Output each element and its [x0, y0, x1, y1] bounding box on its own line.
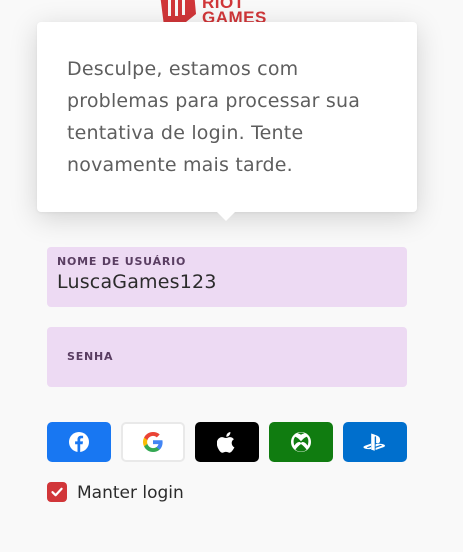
username-field[interactable]: NOME DE USUÁRIO LuscaGames123: [47, 247, 407, 307]
checkmark-icon: [51, 487, 63, 497]
facebook-login-button[interactable]: [47, 422, 111, 462]
error-message: Desculpe, estamos com problemas para pro…: [67, 58, 361, 176]
password-label: SENHA: [67, 350, 114, 363]
error-tooltip: Desculpe, estamos com problemas para pro…: [37, 22, 417, 221]
username-label: NOME DE USUÁRIO: [57, 255, 187, 268]
username-value[interactable]: LuscaGames123: [57, 271, 217, 293]
social-login-row: [47, 422, 407, 462]
playstation-login-button[interactable]: [343, 422, 407, 462]
apple-icon: [217, 432, 235, 453]
password-field[interactable]: SENHA: [47, 327, 407, 387]
remember-label[interactable]: Manter login: [77, 483, 184, 503]
playstation-icon: [363, 433, 385, 451]
remember-checkbox[interactable]: [47, 482, 67, 502]
google-icon: [143, 432, 163, 452]
google-login-button[interactable]: [121, 422, 185, 462]
xbox-icon: [291, 432, 311, 452]
xbox-login-button[interactable]: [269, 422, 333, 462]
facebook-icon: [69, 432, 89, 452]
apple-login-button[interactable]: [195, 422, 259, 462]
